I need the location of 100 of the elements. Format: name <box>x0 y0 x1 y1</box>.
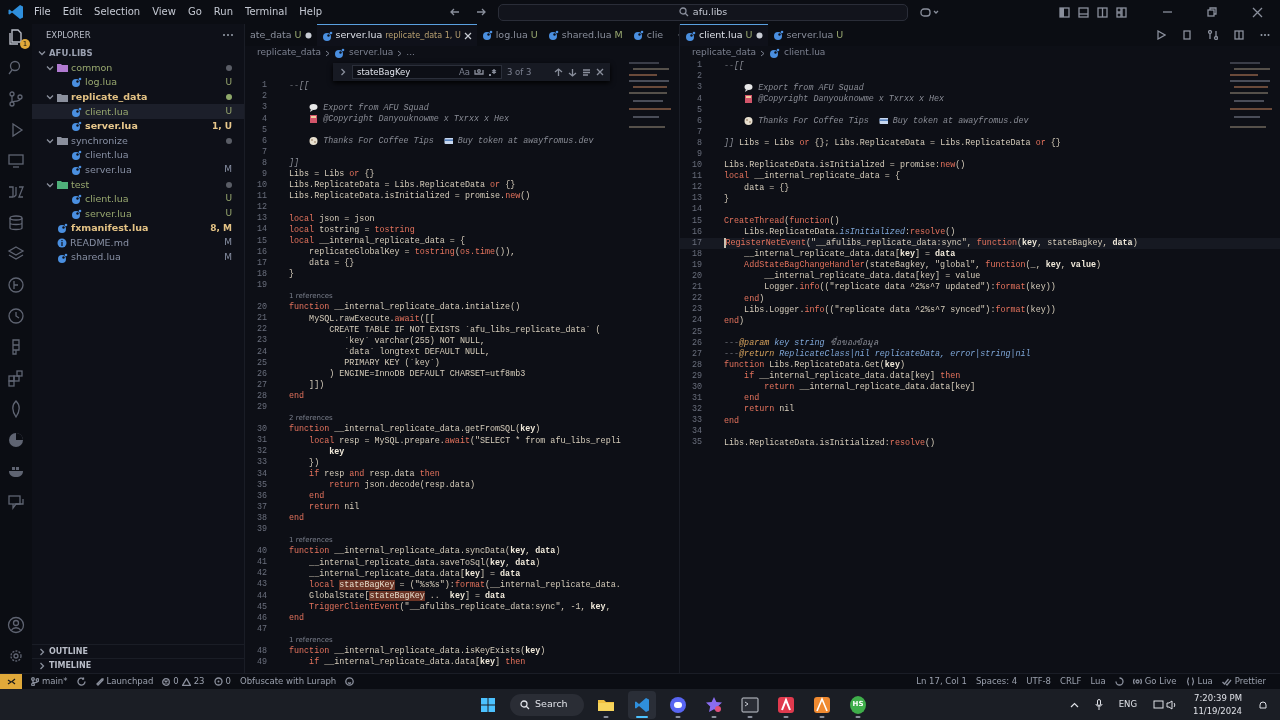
find-field[interactable]: stateBagKey Aa <box>352 65 502 79</box>
history-icon[interactable] <box>7 307 25 325</box>
lettering-logo-icon[interactable] <box>7 183 25 201</box>
status-item[interactable]: Lua <box>1090 675 1106 688</box>
run-icon[interactable] <box>1156 30 1166 40</box>
tree-item[interactable]: log.lua U <box>32 75 244 90</box>
whole-word-icon[interactable] <box>474 68 484 76</box>
breadcrumb-item[interactable]: replicate_data <box>257 46 322 60</box>
menu-item[interactable]: Edit <box>56 5 89 19</box>
compare-icon[interactable] <box>1208 30 1218 40</box>
more-icon[interactable] <box>222 33 234 37</box>
split-editor-icon[interactable] <box>1234 30 1244 40</box>
more-icon[interactable] <box>1260 33 1270 37</box>
lua-file-icon <box>71 165 82 176</box>
extensions-icon[interactable] <box>7 369 25 387</box>
tree-item[interactable]: client.lua U <box>32 191 244 207</box>
tree-item[interactable]: synchronize <box>32 133 244 149</box>
chevron-up-icon[interactable] <box>1069 701 1079 708</box>
tree-item[interactable]: README.md M <box>32 235 244 251</box>
tree-item[interactable]: shared.lua M <box>32 250 244 265</box>
status-item[interactable]: CRLF <box>1060 675 1082 688</box>
status-item[interactable]: Spaces: 4 <box>975 675 1018 688</box>
menu-item[interactable]: Selection <box>88 5 147 19</box>
status-item[interactable]: UTF-8 <box>1026 675 1052 688</box>
breadcrumb-item[interactable]: client.lua <box>784 46 826 60</box>
command-center[interactable]: afu.libs <box>498 3 909 21</box>
git-graph-icon[interactable] <box>7 276 25 294</box>
find-in-selection-icon[interactable] <box>582 67 591 77</box>
lua-file-icon <box>71 194 82 205</box>
notification-icon[interactable] <box>1258 699 1268 710</box>
regex-icon[interactable] <box>488 67 497 77</box>
tree-item[interactable]: test <box>32 177 244 192</box>
files-icon[interactable] <box>7 28 25 46</box>
clock-time[interactable]: 7:20:39 PM <box>1194 691 1242 705</box>
problems-indicator[interactable]: 0 23 <box>162 675 205 688</box>
tree-item[interactable]: common <box>32 60 244 76</box>
close-icon[interactable] <box>463 31 472 40</box>
forward-arrow-icon[interactable] <box>476 7 487 17</box>
menu-item[interactable]: File <box>28 5 57 19</box>
menu-item[interactable]: View <box>146 5 182 19</box>
line-number: 41 <box>255 556 267 569</box>
menu-item[interactable]: Help <box>293 5 329 19</box>
close-icon[interactable] <box>596 68 604 76</box>
tree-item[interactable]: replicate_data <box>32 89 244 105</box>
expand-chevron-icon[interactable] <box>339 68 347 76</box>
account-icon[interactable] <box>7 616 25 634</box>
taskbar-search[interactable]: Search <box>510 693 584 716</box>
tree-item[interactable]: server.lua 1, U <box>32 118 244 134</box>
editor-tab[interactable]: server.lua replicate_data 1, U <box>316 24 477 46</box>
source-control-icon[interactable] <box>7 90 25 108</box>
menu-item[interactable]: Go <box>181 5 208 19</box>
breadcrumb-item[interactable]: server.lua <box>349 46 394 60</box>
menu-item[interactable]: Run <box>207 5 239 19</box>
star-icon <box>705 695 723 714</box>
tree-item[interactable]: client.lua U <box>32 104 244 119</box>
restore-icon[interactable] <box>1207 6 1218 18</box>
smiley-icon[interactable] <box>345 677 355 686</box>
previous-match-icon[interactable] <box>554 67 563 77</box>
status-item[interactable]: Launchpad <box>94 675 154 688</box>
microphone-icon[interactable] <box>1094 699 1103 710</box>
chat-icon[interactable] <box>7 493 25 511</box>
status-item[interactable]: 0 <box>213 675 231 688</box>
remote-button[interactable] <box>0 674 22 689</box>
next-match-icon[interactable] <box>568 67 577 77</box>
database-icon[interactable] <box>7 214 25 232</box>
code-text: local tostring = tostring <box>289 224 415 235</box>
clock-date[interactable]: 11/19/2024 <box>1193 704 1242 718</box>
tree-item[interactable]: fxmanifest.lua 8, M <box>32 221 244 236</box>
copilot-icon[interactable] <box>920 7 941 17</box>
pie-chart-icon[interactable] <box>7 431 25 449</box>
tree-item[interactable]: client.lua <box>32 148 244 163</box>
line-number: 19 <box>690 258 702 272</box>
line-number: 38 <box>255 511 267 525</box>
taskbar-app[interactable] <box>628 690 656 719</box>
tree-item[interactable]: AFU.LIBS <box>32 46 244 61</box>
close-icon[interactable] <box>1252 6 1263 18</box>
sync-icon[interactable] <box>76 677 86 686</box>
breadcrumb-item[interactable]: replicate_data <box>692 46 757 60</box>
status-item[interactable]: Ln 17, Col 1 <box>916 675 967 688</box>
back-arrow-icon[interactable] <box>450 7 461 17</box>
line-number: 27 <box>690 347 702 361</box>
layout-icon[interactable] <box>1097 6 1108 18</box>
tree-item[interactable]: server.lua M <box>32 162 244 178</box>
menu-item[interactable]: Terminal <box>239 5 294 19</box>
layout-icon[interactable] <box>1116 6 1127 18</box>
device-icon[interactable] <box>1182 30 1192 40</box>
status-item[interactable]: main* <box>31 675 68 688</box>
status-item[interactable]: Lua <box>1185 675 1213 688</box>
breadcrumb-item[interactable]: ... <box>406 46 415 60</box>
layout-icon[interactable] <box>1078 6 1089 18</box>
tree-item[interactable]: server.lua U <box>32 206 244 222</box>
section-header[interactable]: OUTLINE <box>32 643 244 659</box>
language-indicator[interactable]: ENG <box>1118 698 1137 711</box>
layout-icon[interactable] <box>1059 6 1070 18</box>
status-item[interactable]: Prettier <box>1221 675 1266 688</box>
network-volume-icon[interactable] <box>1153 699 1177 710</box>
match-case-toggle[interactable]: Aa <box>458 65 470 79</box>
editor-tab[interactable]: client.lua U <box>680 24 768 46</box>
status-item[interactable]: Go Live <box>1132 675 1177 688</box>
status-item[interactable]: Obfuscate with Luraph <box>239 675 337 688</box>
